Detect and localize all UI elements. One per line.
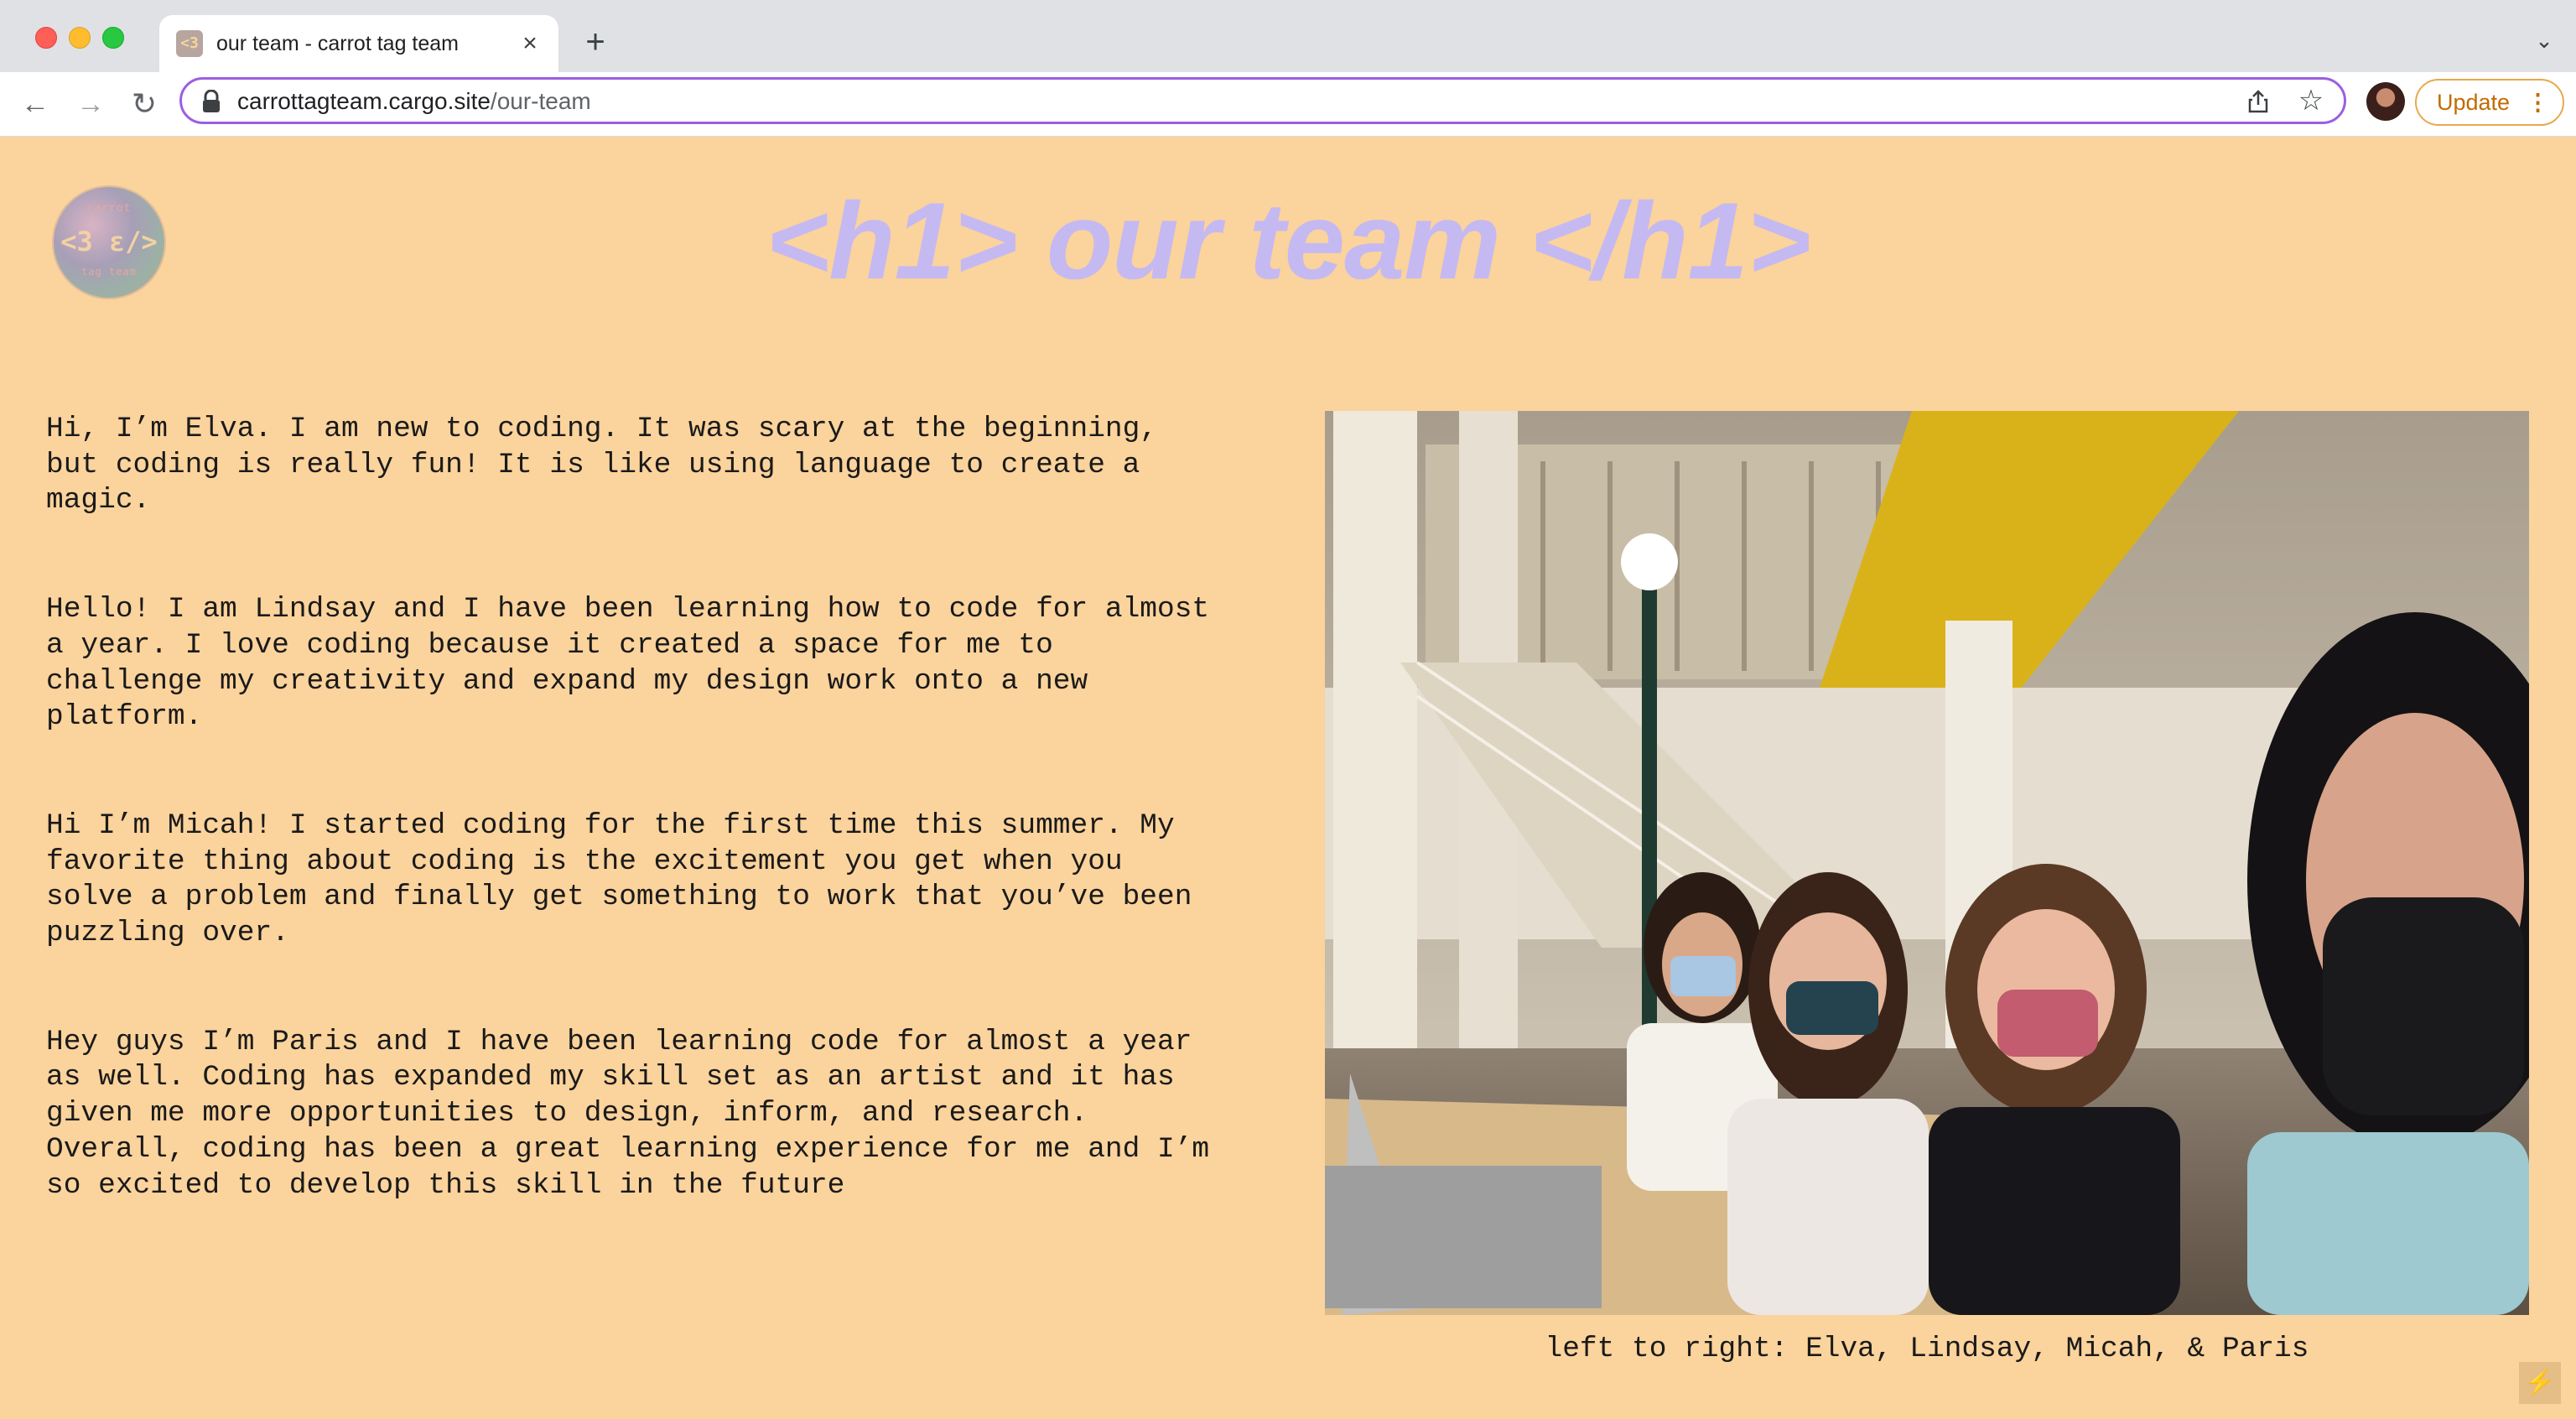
- team-bios: Hi, I’m Elva. I am new to coding. It was…: [46, 412, 1296, 1276]
- bio-paris: Hey guys I’m Paris and I have been learn…: [46, 1025, 1210, 1202]
- tab-title: our team - carrot tag team: [216, 32, 460, 55]
- bio-elva: Hi, I’m Elva. I am new to coding. It was…: [46, 413, 1158, 517]
- minimize-window-button[interactable]: [69, 27, 91, 49]
- url-host: carrottagteam.cargo.site: [237, 88, 491, 114]
- browser-toolbar: ← → ↻ carrottagteam.cargo.site/our-team …: [0, 72, 2576, 137]
- update-button-label: Update: [2437, 90, 2511, 115]
- reload-icon[interactable]: ↻: [124, 84, 164, 124]
- url-path: /our-team: [490, 88, 591, 114]
- bio-micah: Hi I’m Micah! I started coding for the f…: [46, 808, 1192, 950]
- bio-lindsay: Hello! I am Lindsay and I have been lear…: [46, 593, 1210, 734]
- tab-search-chevron-icon[interactable]: ⌄: [2529, 25, 2559, 55]
- back-arrow-icon[interactable]: ←: [15, 84, 55, 124]
- new-tab-button[interactable]: +: [579, 25, 612, 59]
- photo-caption: left to right: Elva, Lindsay, Micah, & P…: [1545, 1333, 2309, 1365]
- page-content: carrot <3 ε/> tag team <h1> our team </h…: [0, 137, 2576, 1419]
- more-menu-icon[interactable]: ⋮: [2527, 81, 2549, 124]
- share-icon[interactable]: [2245, 88, 2272, 115]
- browser-tab[interactable]: <3 our team - carrot tag team ×: [159, 15, 558, 72]
- bookmark-star-icon[interactable]: ☆: [2297, 86, 2325, 115]
- update-button[interactable]: Update ⋮: [2415, 79, 2564, 126]
- forward-arrow-icon[interactable]: →: [70, 84, 111, 124]
- browser-tab-bar: <3 our team - carrot tag team × + ⌄: [0, 0, 2576, 72]
- maximize-window-button[interactable]: [102, 27, 124, 49]
- close-tab-icon[interactable]: ×: [515, 29, 545, 59]
- address-bar[interactable]: carrottagteam.cargo.site/our-team ☆: [179, 77, 2346, 124]
- profile-avatar[interactable]: [2366, 82, 2405, 121]
- team-photo: [1325, 411, 2529, 1315]
- lock-icon[interactable]: [200, 90, 222, 113]
- lightning-bolt-icon[interactable]: ⚡: [2519, 1362, 2561, 1404]
- carrot-tag-favicon-icon: <3: [176, 30, 203, 57]
- page-title: <h1> our team </h1>: [766, 179, 1810, 302]
- close-window-button[interactable]: [35, 27, 57, 49]
- url-text[interactable]: carrottagteam.cargo.site/our-team: [237, 87, 591, 116]
